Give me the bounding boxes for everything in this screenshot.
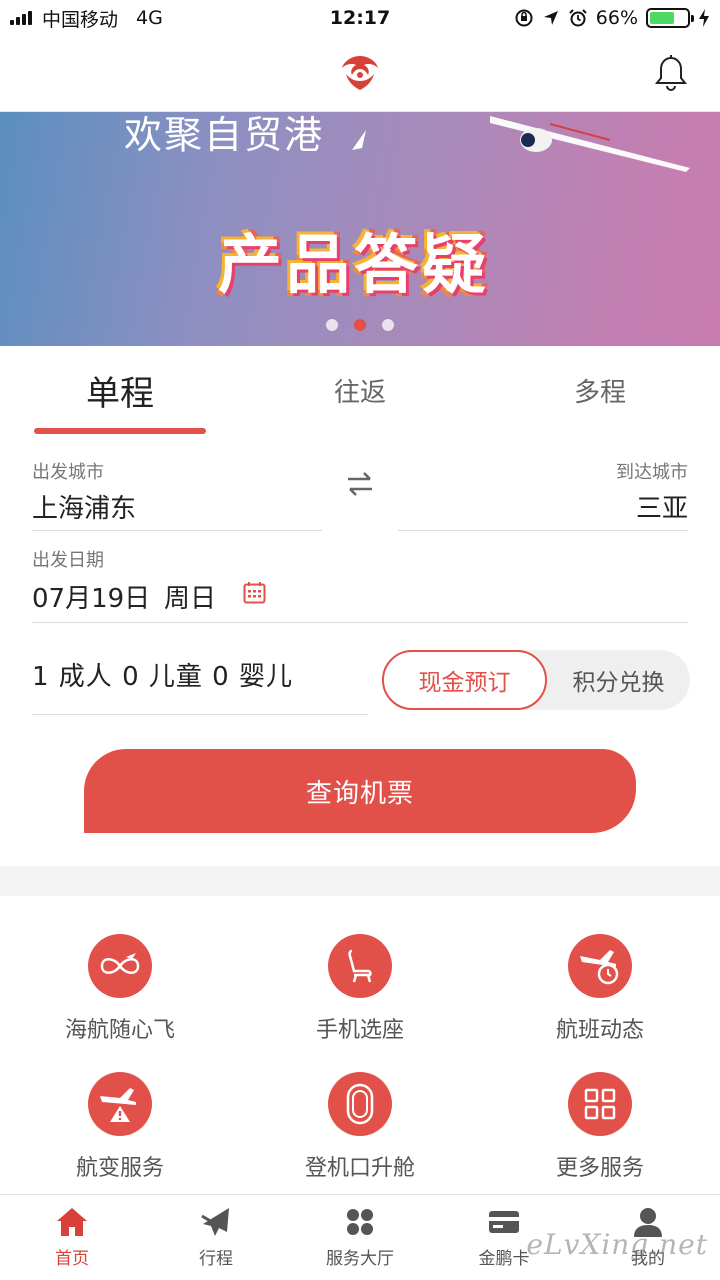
card-icon: [489, 1211, 519, 1233]
home-icon: [57, 1208, 87, 1236]
banner-title: 产品答疑: [218, 229, 490, 303]
bell-icon[interactable]: [654, 54, 688, 92]
sparkle-icon: [352, 130, 366, 150]
plane-icon: [201, 1208, 229, 1236]
service-label: 海航随心飞: [64, 1018, 175, 1043]
tab-one-way[interactable]: 单程: [0, 346, 240, 434]
banner-subtitle: 欢聚自贸港: [124, 113, 325, 157]
divider: [32, 714, 368, 715]
tabbar-trips[interactable]: 行程: [144, 1195, 288, 1280]
tabbar-label: 金鹏卡: [478, 1249, 530, 1269]
status-bar: 中国移动 4G 12:17 66%: [0, 0, 720, 36]
departure-label: 出发城市: [32, 462, 104, 483]
cash-booking-option[interactable]: 现金预订: [382, 650, 547, 710]
service-label: 登机口升舱: [304, 1156, 415, 1181]
swap-cities-icon[interactable]: [344, 470, 376, 498]
trip-type-tabs: 单程 往返 多程: [0, 346, 720, 434]
tabbar-label: 服务大厅: [326, 1249, 394, 1269]
departure-date[interactable]: 07月19日: [32, 578, 150, 615]
search-flights-button[interactable]: 查询机票: [84, 749, 636, 833]
payment-toggle: 现金预订 积分兑换: [382, 650, 690, 710]
tabbar-home[interactable]: 首页: [0, 1195, 144, 1280]
flight-search-form: 出发城市 上海浦东 到达城市 三亚 出发日期 07月19日 周日 1 成人 0 …: [0, 434, 720, 866]
battery-percent: 66%: [595, 7, 638, 29]
service-seat-select[interactable]: 手机选座: [240, 934, 480, 1044]
tab-round-trip[interactable]: 往返: [240, 346, 480, 434]
divider: [32, 622, 688, 623]
arrival-label: 到达城市: [616, 462, 688, 483]
flight-clock-icon: [568, 934, 632, 998]
airplane-illustration: [490, 116, 690, 172]
location-icon: [543, 11, 558, 25]
status-right: 66%: [514, 7, 710, 29]
flight-warning-icon: [88, 1072, 152, 1136]
watermark: eLvXing.net: [526, 1228, 708, 1261]
status-left: 中国移动 4G: [10, 5, 163, 32]
battery-icon: [646, 8, 694, 28]
divider: [32, 530, 322, 531]
carousel-dots: [0, 319, 720, 331]
infinity-plane-icon: [88, 934, 152, 998]
app-header: [0, 36, 720, 112]
tabbar-service-hall[interactable]: 服务大厅: [288, 1195, 432, 1280]
tab-multi-city[interactable]: 多程: [480, 346, 720, 434]
service-gate-upgrade[interactable]: 登机口升舱: [240, 1072, 480, 1182]
charging-icon: [699, 9, 709, 27]
service-flight-status[interactable]: 航班动态: [480, 934, 720, 1044]
network-type: 4G: [136, 7, 163, 29]
tabbar-label: 首页: [55, 1249, 89, 1269]
carousel-dot[interactable]: [326, 319, 338, 331]
service-label: 手机选座: [315, 1018, 404, 1043]
divider: [398, 530, 688, 531]
plane-window-icon: [328, 1072, 392, 1136]
passenger-selector[interactable]: 1 成人 0 儿童 0 婴儿: [32, 656, 293, 693]
calendar-icon[interactable]: [243, 581, 266, 604]
departure-city[interactable]: 上海浦东: [32, 488, 136, 525]
points-redeem-option[interactable]: 积分兑换: [547, 650, 690, 710]
grid-icon: [568, 1072, 632, 1136]
arrival-city[interactable]: 三亚: [636, 488, 688, 525]
seat-icon: [328, 934, 392, 998]
tabbar-label: 行程: [199, 1249, 233, 1269]
service-flight-change[interactable]: 航变服务: [0, 1072, 240, 1182]
carousel-dot[interactable]: [382, 319, 394, 331]
signal-icon: [10, 11, 32, 25]
alarm-icon: [569, 9, 587, 27]
service-label: 航班动态: [555, 1018, 644, 1043]
carousel-dot-active[interactable]: [354, 319, 366, 331]
dots-grid-icon: [347, 1209, 373, 1235]
services-grid: 海航随心飞 手机选座 航班动态 航变服务 登机口升舱 更多服务: [0, 896, 720, 1194]
promo-banner[interactable]: 欢聚自贸港 产品答疑: [0, 112, 720, 346]
departure-weekday: 周日: [164, 584, 217, 614]
service-label: 更多服务: [555, 1156, 644, 1181]
carrier-name: 中国移动: [42, 8, 119, 31]
rotation-lock-icon: [515, 9, 533, 27]
airline-logo-icon[interactable]: [338, 52, 382, 94]
date-label: 出发日期: [32, 550, 104, 571]
service-unlimited-fly[interactable]: 海航随心飞: [0, 934, 240, 1044]
service-label: 航变服务: [75, 1156, 164, 1181]
service-more[interactable]: 更多服务: [480, 1072, 720, 1182]
